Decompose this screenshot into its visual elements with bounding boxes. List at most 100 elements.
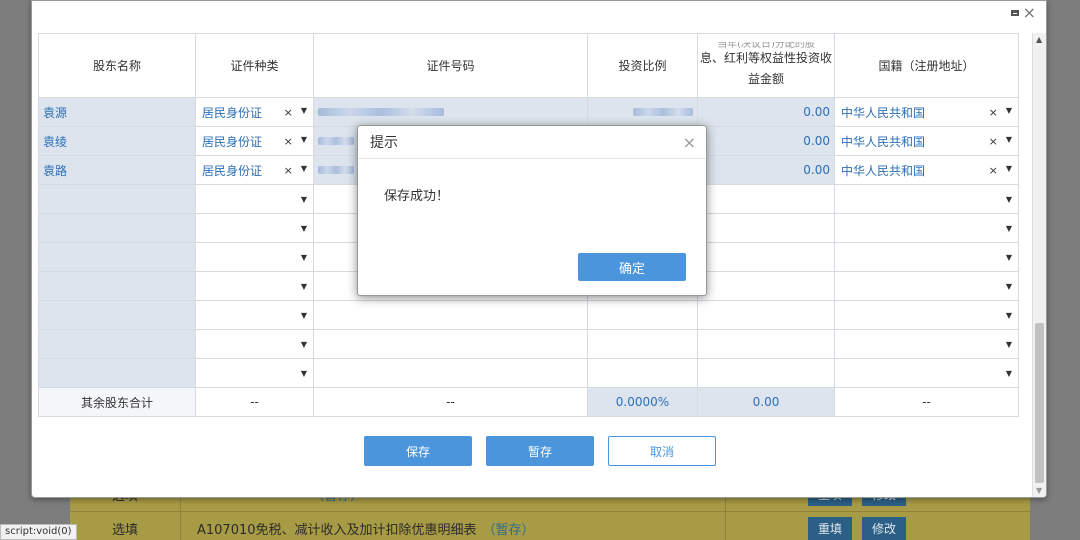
nationality-select[interactable]: 中华人民共和国 × ▼ (834, 155, 1019, 185)
ratio-cell[interactable] (587, 300, 698, 330)
footer-buttons: 保存 暂存 取消 (364, 436, 716, 466)
shareholder-name[interactable] (38, 213, 196, 243)
dividend-cell[interactable] (697, 300, 835, 330)
nationality-select[interactable]: ▼ (834, 271, 1019, 301)
refill-button[interactable]: 重填 (808, 517, 853, 540)
clear-icon[interactable]: × (284, 135, 293, 148)
temp-save-button[interactable]: 暂存 (486, 436, 594, 466)
dividend-cell[interactable] (697, 329, 835, 359)
id-type-select[interactable]: 居民身份证 × ▼ (195, 97, 314, 127)
chevron-down-icon[interactable]: ▼ (301, 106, 307, 119)
chevron-down-icon[interactable]: ▼ (301, 195, 307, 204)
chevron-down-icon[interactable]: ▼ (301, 164, 307, 177)
chevron-down-icon[interactable]: ▼ (301, 253, 307, 262)
shareholder-name[interactable] (38, 242, 196, 272)
scroll-up-icon[interactable]: ▲ (1036, 35, 1042, 44)
chevron-down-icon[interactable]: ▼ (1006, 164, 1012, 177)
id-type-select[interactable]: 居民身份证 × ▼ (195, 155, 314, 185)
scroll-down-icon[interactable]: ▼ (1036, 486, 1042, 495)
chevron-down-icon[interactable]: ▼ (1006, 282, 1012, 291)
id-type-select[interactable]: ▼ (195, 358, 314, 388)
id-type-select[interactable]: ▼ (195, 300, 314, 330)
chevron-down-icon[interactable]: ▼ (301, 282, 307, 291)
chevron-down-icon[interactable]: ▼ (301, 135, 307, 148)
nationality-select[interactable]: ▼ (834, 184, 1019, 214)
clear-icon[interactable]: × (284, 164, 293, 177)
dividend-cell[interactable]: 0.00 (697, 155, 835, 185)
dividend-cell[interactable] (697, 213, 835, 243)
shareholder-name[interactable]: 袁源 (38, 97, 196, 127)
clear-icon[interactable]: × (284, 106, 293, 119)
summary-ratio: 0.0000% (587, 387, 698, 417)
shareholder-name[interactable] (38, 358, 196, 388)
chevron-down-icon[interactable]: ▼ (301, 340, 307, 349)
shareholder-name[interactable] (38, 271, 196, 301)
col-investment-ratio: 投资比例 (587, 33, 698, 98)
id-type-select[interactable]: ▼ (195, 271, 314, 301)
chevron-down-icon[interactable]: ▼ (1006, 195, 1012, 204)
nationality-select[interactable]: ▼ (834, 358, 1019, 388)
id-type-select[interactable]: ▼ (195, 213, 314, 243)
chevron-down-icon[interactable]: ▼ (1006, 253, 1012, 262)
ratio-cell[interactable] (587, 97, 698, 127)
cancel-button[interactable]: 取消 (608, 436, 716, 466)
id-type-select[interactable]: ▼ (195, 242, 314, 272)
ratio-cell[interactable] (587, 329, 698, 359)
table-row: ▼ ▼ (38, 329, 1019, 359)
chevron-down-icon[interactable]: ▼ (301, 311, 307, 320)
table-header: 股东名称 证件种类 证件号码 投资比例 当年(决议日)分配的股 息、红利等权益性… (38, 33, 1019, 98)
id-number-cell[interactable] (313, 300, 588, 330)
id-number-cell[interactable] (313, 329, 588, 359)
id-type-select[interactable]: 居民身份证 × ▼ (195, 126, 314, 156)
clear-icon[interactable]: × (989, 106, 998, 119)
save-button[interactable]: 保存 (364, 436, 472, 466)
chevron-down-icon[interactable]: ▼ (301, 224, 307, 233)
nationality-select[interactable]: ▼ (834, 242, 1019, 272)
close-icon[interactable]: × (683, 133, 696, 152)
dividend-cell[interactable] (697, 271, 835, 301)
shareholder-name[interactable] (38, 329, 196, 359)
shareholder-name[interactable] (38, 300, 196, 330)
row-name[interactable]: A107010免税、减计收入及加计扣除优惠明细表 (197, 519, 477, 538)
id-type-select[interactable]: ▼ (195, 329, 314, 359)
dividend-cell[interactable]: 0.00 (697, 97, 835, 127)
dividend-cell[interactable] (697, 358, 835, 388)
chevron-down-icon[interactable]: ▼ (1006, 340, 1012, 349)
maximize-icon[interactable] (1010, 10, 1019, 16)
clear-icon[interactable]: × (989, 164, 998, 177)
dividend-cell[interactable]: 0.00 (697, 126, 835, 156)
col-id-type: 证件种类 (195, 33, 314, 98)
dividend-cell[interactable] (697, 184, 835, 214)
ratio-cell[interactable] (587, 358, 698, 388)
dialog-title: 提示 (370, 135, 398, 151)
nationality-select[interactable]: ▼ (834, 329, 1019, 359)
vertical-scrollbar[interactable]: ▲ ▼ (1032, 33, 1046, 497)
clear-icon[interactable]: × (989, 135, 998, 148)
chevron-down-icon[interactable]: ▼ (1006, 224, 1012, 233)
nationality-select[interactable]: ▼ (834, 300, 1019, 330)
modify-button[interactable]: 修改 (862, 517, 907, 540)
row-type: 选填 (111, 523, 138, 538)
chevron-down-icon[interactable]: ▼ (1006, 369, 1012, 378)
background-row: 选填 A107010免税、减计收入及加计扣除优惠明细表 （暂存） 重填 修改 (70, 512, 1030, 540)
id-type-select[interactable]: ▼ (195, 184, 314, 214)
chevron-down-icon[interactable]: ▼ (1006, 135, 1012, 148)
close-icon[interactable]: × (1023, 5, 1036, 21)
shareholder-name[interactable]: 袁路 (38, 155, 196, 185)
id-number-cell[interactable] (313, 97, 588, 127)
ok-button[interactable]: 确定 (578, 253, 686, 281)
nationality-select[interactable]: ▼ (834, 213, 1019, 243)
chevron-down-icon[interactable]: ▼ (1006, 311, 1012, 320)
chevron-down-icon[interactable]: ▼ (1006, 106, 1012, 119)
scroll-thumb[interactable] (1035, 323, 1044, 483)
nationality-select[interactable]: 中华人民共和国 × ▼ (834, 97, 1019, 127)
dividend-cell[interactable] (697, 242, 835, 272)
redacted-ratio (632, 108, 693, 116)
chevron-down-icon[interactable]: ▼ (301, 369, 307, 378)
id-number-cell[interactable] (313, 358, 588, 388)
status-bar: script:void(0) (0, 524, 77, 540)
nationality-select[interactable]: 中华人民共和国 × ▼ (834, 126, 1019, 156)
shareholder-name[interactable] (38, 184, 196, 214)
summary-dash: -- (313, 387, 588, 417)
shareholder-name[interactable]: 袁绫 (38, 126, 196, 156)
